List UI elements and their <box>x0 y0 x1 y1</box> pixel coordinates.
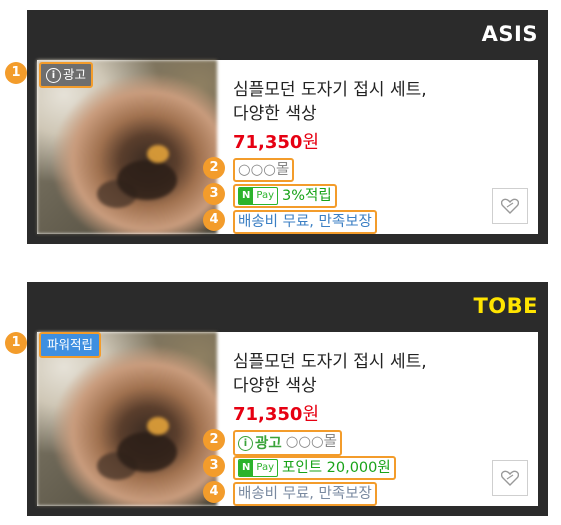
product-card[interactable]: 심플모던 도자기 접시 세트, 다양한 색상 71,350원 i 광고 ○○○몰 N… <box>37 332 538 506</box>
info-icon: i <box>238 436 253 451</box>
shipping-row: 배송비 무료, 만족보장 <box>233 482 377 506</box>
price-value: 71,350 <box>233 132 303 153</box>
npay-logo-icon: N Pay <box>238 187 279 205</box>
price-unit: 원 <box>302 132 320 153</box>
mall-name[interactable]: ○○○몰 <box>233 158 295 182</box>
marker-1: 1 <box>5 332 27 354</box>
product-title[interactable]: 심플모던 도자기 접시 세트, 다양한 색상 <box>233 78 523 126</box>
heart-icon <box>501 470 519 486</box>
marker-1: 1 <box>5 62 27 84</box>
title-line-2: 다양한 색상 <box>233 376 317 396</box>
power-point-label: 파워적립 <box>39 332 102 358</box>
marker-2: 2 <box>203 157 225 179</box>
marker-3: 3 <box>203 183 225 205</box>
marker-3: 3 <box>203 455 225 477</box>
price-unit: 원 <box>302 404 320 425</box>
ad-inline-label: i 광고 <box>238 434 282 454</box>
npay-row: N Pay 포인트 20,000원 <box>233 456 396 480</box>
product-card[interactable]: 심플모던 도자기 접시 세트, 다양한 색상 71,350원 ○○○몰 N Pay… <box>37 60 538 234</box>
ad-inline-text: 광고 <box>255 435 282 452</box>
asis-tag: ASIS <box>481 22 538 46</box>
marker-4: 4 <box>203 209 225 231</box>
product-price: 71,350원 <box>233 128 319 154</box>
tobe-tag: TOBE <box>473 294 538 318</box>
shipping-info: 배송비 무료, 만족보장 <box>233 210 377 234</box>
product-title[interactable]: 심플모던 도자기 접시 세트, 다양한 색상 <box>233 350 523 398</box>
npay-text: 포인트 20,000원 <box>282 460 391 476</box>
npay-text: 3%적립 <box>282 188 332 204</box>
title-line-2: 다양한 색상 <box>233 104 317 124</box>
mall-name[interactable]: ○○○몰 <box>286 434 337 450</box>
mall-row: ○○○몰 <box>233 158 295 182</box>
wishlist-heart-button[interactable] <box>492 188 528 224</box>
npay-benefit: N Pay 3%적립 <box>233 184 337 208</box>
ad-label-text: 광고 <box>63 67 87 82</box>
npay-benefit: N Pay 포인트 20,000원 <box>233 456 396 480</box>
marker-4: 4 <box>203 481 225 503</box>
tobe-panel: TOBE 심플모던 도자기 접시 세트, 다양한 색상 71,350원 i 광고 ○… <box>27 282 548 516</box>
ad-and-mall: i 광고 ○○○몰 <box>233 430 342 456</box>
title-line-1: 심플모던 도자기 접시 세트, <box>233 352 427 372</box>
heart-icon <box>501 198 519 214</box>
title-line-1: 심플모던 도자기 접시 세트, <box>233 80 427 100</box>
info-icon: i <box>46 67 61 83</box>
marker-2: 2 <box>203 429 225 451</box>
price-value: 71,350 <box>233 404 303 425</box>
ad-label: i 광고 <box>39 62 94 88</box>
shipping-info: 배송비 무료, 만족보장 <box>233 482 377 506</box>
npay-logo-icon: N Pay <box>238 459 279 477</box>
wishlist-heart-button[interactable] <box>492 460 528 496</box>
mall-row: i 광고 ○○○몰 <box>233 430 342 456</box>
shipping-row: 배송비 무료, 만족보장 <box>233 210 377 234</box>
product-price: 71,350원 <box>233 400 319 426</box>
product-thumbnail[interactable] <box>37 332 217 506</box>
npay-row: N Pay 3%적립 <box>233 184 337 208</box>
asis-panel: ASIS 심플모던 도자기 접시 세트, 다양한 색상 71,350원 ○○○몰… <box>27 10 548 244</box>
